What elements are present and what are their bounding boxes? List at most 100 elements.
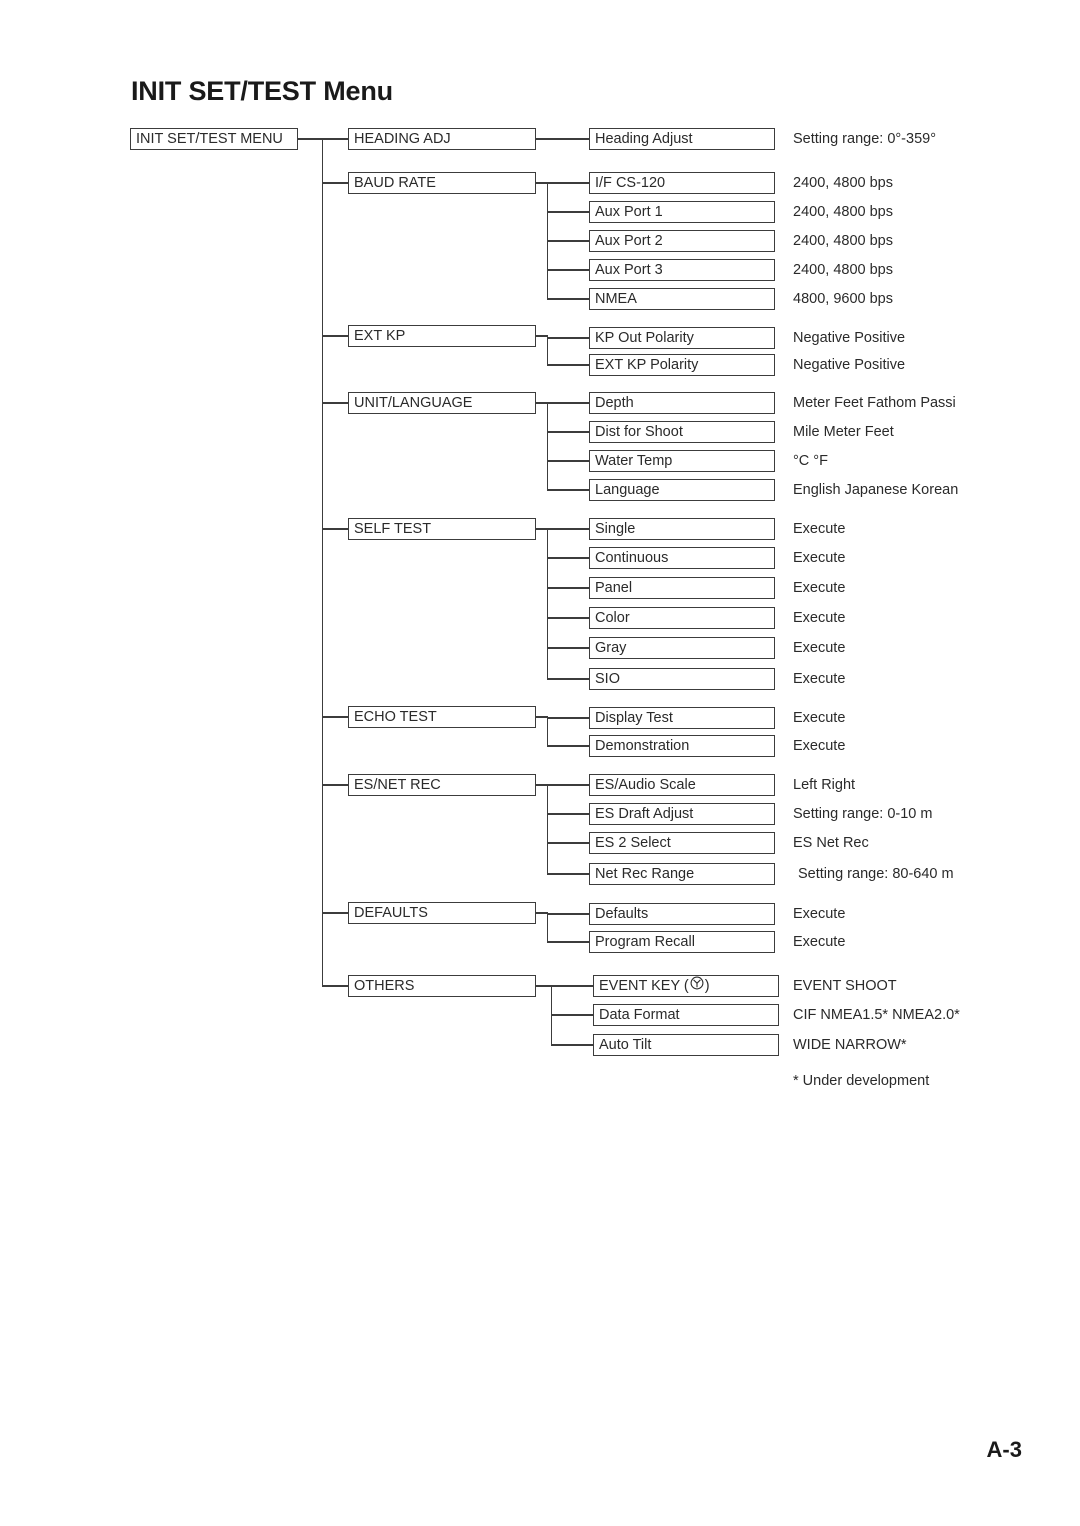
menu-item-program-recall[interactable]: Program Recall xyxy=(589,931,775,953)
option-values-es-audio-scale: Left Right xyxy=(793,777,856,793)
menu-item-i-f-cs-120[interactable]: I/F CS-120 xyxy=(589,172,775,194)
connector-trunk xyxy=(322,138,324,987)
connector-leaf-1-0 xyxy=(547,182,591,184)
option-values-display-test: Execute xyxy=(793,710,846,726)
connector-root xyxy=(298,138,324,140)
connector-leaf-1-4 xyxy=(547,298,591,300)
menu-item-heading-adjust[interactable]: Heading Adjust xyxy=(589,128,775,150)
connector-branch-6 xyxy=(322,784,350,786)
connector-leaf-4-4 xyxy=(547,647,591,649)
menu-box-ext-kp[interactable]: EXT KP xyxy=(348,325,536,347)
connector-leaf-4-5 xyxy=(547,678,591,680)
menu-box-root[interactable]: INIT SET/TEST MENU xyxy=(130,128,298,150)
menu-box-heading-adj[interactable]: HEADING ADJ xyxy=(348,128,536,150)
menu-item-panel[interactable]: Panel xyxy=(589,577,775,599)
menu-item-continuous[interactable]: Continuous xyxy=(589,547,775,569)
option-values-gray: Execute xyxy=(793,640,846,656)
option-values-event-key: EVENT SHOOT xyxy=(793,978,897,994)
option-values-color: Execute xyxy=(793,610,846,626)
menu-item-sio[interactable]: SIO xyxy=(589,668,775,690)
page-number: A-3 xyxy=(986,1437,1022,1462)
connector-subtrunk-7 xyxy=(547,913,549,943)
connector-branch-3 xyxy=(322,402,350,404)
connector-leaf-8-2 xyxy=(551,1044,595,1046)
connector-leaf-0-0 xyxy=(547,138,591,140)
option-values-kp-out-polarity: Negative Positive xyxy=(793,330,906,346)
connector-leaf-1-2 xyxy=(547,240,591,242)
connector-leaf-1-1 xyxy=(547,211,591,213)
menu-item-color[interactable]: Color xyxy=(589,607,775,629)
option-values-aux-port-2: 2400, 4800 bps xyxy=(793,233,893,249)
connector-subtrunk-3 xyxy=(547,402,549,491)
menu-item-aux-port-1[interactable]: Aux Port 1 xyxy=(589,201,775,223)
menu-item-es-audio-scale[interactable]: ES/Audio Scale xyxy=(589,774,775,796)
menu-item-aux-port-3[interactable]: Aux Port 3 xyxy=(589,259,775,281)
connector-leaf-7-1 xyxy=(547,941,591,943)
menu-item-demonstration[interactable]: Demonstration xyxy=(589,735,775,757)
manual-page: INIT SET/TEST Menu INIT SET/TEST MENU HEA… xyxy=(0,0,1080,1526)
menu-item-label-suffix: ) xyxy=(704,978,710,994)
option-values-ext-kp-polarity: Negative Positive xyxy=(793,357,906,373)
option-values-nmea: 4800, 9600 bps xyxy=(793,291,893,307)
option-values-net-rec-range: Setting range: 80-640 m xyxy=(798,866,954,882)
menu-box-others[interactable]: OTHERS xyxy=(348,975,536,997)
menu-item-net-rec-range[interactable]: Net Rec Range xyxy=(589,863,775,885)
menu-item-event-key[interactable]: EVENT KEY () xyxy=(593,975,779,997)
menu-item-water-temp[interactable]: Water Temp xyxy=(589,450,775,472)
option-values-heading-adjust: Setting range: 0°-359° xyxy=(793,131,936,147)
menu-item-kp-out-polarity[interactable]: KP Out Polarity xyxy=(589,327,775,349)
menu-item-data-format[interactable]: Data Format xyxy=(593,1004,779,1026)
option-values-es-draft-adjust: Setting range: 0-10 m xyxy=(793,806,933,822)
connector-leaf-5-1 xyxy=(547,745,591,747)
menu-box-es-net-rec[interactable]: ES/NET REC xyxy=(348,774,536,796)
connector-subtrunk-4 xyxy=(547,528,549,680)
menu-item-es-draft-adjust[interactable]: ES Draft Adjust xyxy=(589,803,775,825)
menu-box-baud-rate[interactable]: BAUD RATE xyxy=(348,172,536,194)
connector-branch-4 xyxy=(322,528,350,530)
menu-item-display-test[interactable]: Display Test xyxy=(589,707,775,729)
menu-box-echo-test[interactable]: ECHO TEST xyxy=(348,706,536,728)
connector-branch-7 xyxy=(322,912,350,914)
menu-item-language[interactable]: Language xyxy=(589,479,775,501)
option-values-dist-for-shoot: Mile Meter Feet xyxy=(793,424,894,440)
option-values-single: Execute xyxy=(793,521,846,537)
connector-leaf-6-2 xyxy=(547,842,591,844)
connector-branch-0 xyxy=(322,138,350,140)
menu-item-es-2-select[interactable]: ES 2 Select xyxy=(589,832,775,854)
connector-leaf-3-0 xyxy=(547,402,591,404)
option-values-depth: Meter Feet Fathom Passi xyxy=(793,395,956,411)
connector-leaf-8-0 xyxy=(551,985,595,987)
menu-item-nmea[interactable]: NMEA xyxy=(589,288,775,310)
connector-leaf-3-1 xyxy=(547,431,591,433)
option-values-panel: Execute xyxy=(793,580,846,596)
connector-branch-2 xyxy=(322,335,350,337)
connector-leaf-8-1 xyxy=(551,1014,595,1016)
connector-leaf-2-0 xyxy=(547,337,591,339)
option-values-language: English Japanese Korean xyxy=(793,482,959,498)
option-values-aux-port-3: 2400, 4800 bps xyxy=(793,262,893,278)
option-values-i-f-cs-120: 2400, 4800 bps xyxy=(793,175,893,191)
connector-branch-5 xyxy=(322,716,350,718)
page-title: INIT SET/TEST Menu xyxy=(131,76,393,106)
menu-item-depth[interactable]: Depth xyxy=(589,392,775,414)
connector-leaf-6-1 xyxy=(547,813,591,815)
connector-subtrunk-2 xyxy=(547,337,549,366)
menu-box-self-test[interactable]: SELF TEST xyxy=(348,518,536,540)
option-values-sio: Execute xyxy=(793,671,846,687)
menu-box-defaults[interactable]: DEFAULTS xyxy=(348,902,536,924)
option-values-data-format: CIF NMEA1.5* NMEA2.0* xyxy=(793,1007,960,1023)
connector-leaf-5-0 xyxy=(547,717,591,719)
menu-item-auto-tilt[interactable]: Auto Tilt xyxy=(593,1034,779,1056)
menu-item-ext-kp-polarity[interactable]: EXT KP Polarity xyxy=(589,354,775,376)
menu-box-unit-language[interactable]: UNIT/LANGUAGE xyxy=(348,392,536,414)
connector-branch-1 xyxy=(322,182,350,184)
menu-item-gray[interactable]: Gray xyxy=(589,637,775,659)
menu-item-dist-for-shoot[interactable]: Dist for Shoot xyxy=(589,421,775,443)
option-values-aux-port-1: 2400, 4800 bps xyxy=(793,204,893,220)
option-values-es-2-select: ES Net Rec xyxy=(793,835,869,851)
menu-item-single[interactable]: Single xyxy=(589,518,775,540)
menu-item-aux-port-2[interactable]: Aux Port 2 xyxy=(589,230,775,252)
menu-item-defaults[interactable]: Defaults xyxy=(589,903,775,925)
connector-leaf-4-3 xyxy=(547,617,591,619)
menu-item-label: EVENT KEY ( xyxy=(599,978,689,994)
